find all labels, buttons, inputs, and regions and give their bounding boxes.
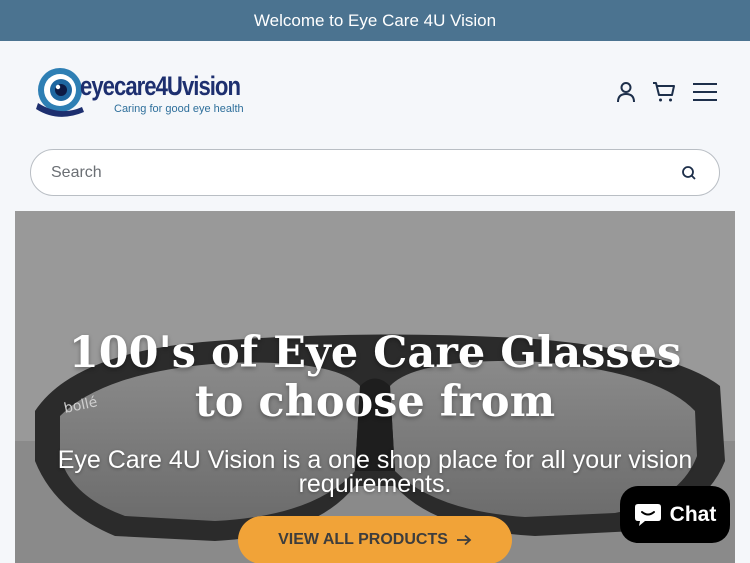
search-bar [30, 149, 720, 196]
cart-button[interactable] [650, 79, 678, 105]
menu-button[interactable] [690, 79, 720, 105]
hero-title-line-1: 100's of Eye Care Glasses [68, 328, 682, 378]
brand-tagline: Caring for good eye health [114, 103, 244, 115]
hero-subtitle-line-2: requirements. [298, 470, 452, 498]
chat-button[interactable]: Chat [620, 486, 730, 543]
account-button[interactable] [612, 79, 640, 105]
hero-title-line-2: to choose from [194, 377, 556, 427]
search-input[interactable] [51, 150, 651, 195]
hero-subtitle: Eye Care 4U Vision is a one shop place f… [25, 446, 725, 498]
cart-icon [653, 82, 675, 102]
chat-label: Chat [669, 502, 717, 526]
menu-icon [693, 83, 717, 101]
logo[interactable]: eyecare4Uvision Caring for good eye heal… [36, 65, 256, 121]
view-all-products-button[interactable]: VIEW ALL PRODUCTS [238, 516, 512, 563]
cta-label: VIEW ALL PRODUCTS [278, 531, 448, 548]
account-icon [617, 82, 635, 103]
site-header: eyecare4Uvision Caring for good eye heal… [0, 41, 750, 141]
announcement-text: Welcome to Eye Care 4U Vision [253, 10, 497, 30]
search-icon[interactable] [679, 163, 699, 183]
hero-subtitle-line-1: Eye Care 4U Vision is a one shop place f… [57, 446, 693, 474]
eye-logo-icon [36, 68, 84, 117]
brand-wordmark: eyecare4Uvision [80, 71, 241, 101]
arrow-right-icon [456, 534, 472, 546]
announcement-bar: Welcome to Eye Care 4U Vision [0, 0, 750, 41]
chat-bubble-icon [634, 503, 661, 526]
hero-title: 100's of Eye Care Glasses to choose from [15, 329, 735, 427]
